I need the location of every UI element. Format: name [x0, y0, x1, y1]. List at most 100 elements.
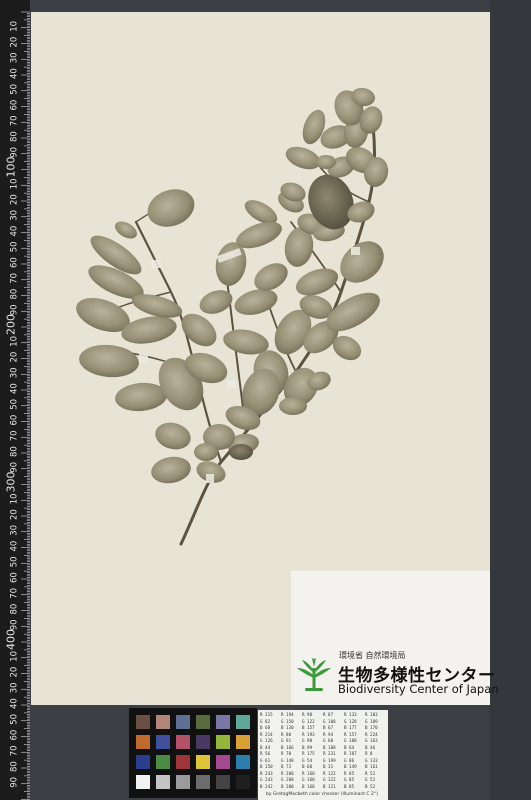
reference-value: G 126	[260, 738, 273, 743]
ruler-label: 80	[10, 131, 20, 142]
ruler-label: 70	[10, 430, 20, 441]
reference-value: B 108	[323, 744, 336, 750]
ruler-label: 50	[10, 84, 20, 95]
reference-value: G 160	[302, 777, 315, 782]
color-swatch	[196, 735, 210, 749]
color-swatch	[176, 715, 190, 729]
reference-value: G 86	[344, 757, 355, 763]
ruler-label: 20	[10, 352, 20, 363]
ruler-label: 50	[10, 241, 20, 252]
ministry-label: 環境省 自然環境局	[339, 651, 406, 660]
reference-value: G 52	[365, 777, 376, 782]
ruler-label: 100	[5, 157, 18, 178]
center-name-english: Biodiversity Center of Japan	[338, 682, 499, 696]
reference-value: G 163	[365, 738, 378, 743]
ruler-label: 30	[10, 525, 20, 536]
reference-value: R 224	[365, 731, 378, 737]
color-swatch	[156, 755, 170, 769]
ruler-label: 90	[10, 147, 20, 158]
reference-value: G 150	[281, 718, 294, 724]
ruler-label: 10	[10, 336, 20, 347]
ruler-label: 50	[10, 556, 20, 567]
reference-value: B 166	[281, 744, 294, 750]
ruler-label: 20	[10, 37, 20, 48]
color-swatch	[156, 775, 170, 789]
reference-value: B 161	[365, 764, 378, 769]
color-swatch	[176, 735, 190, 749]
reference-value: G 122	[323, 777, 336, 782]
reference-value: R 8	[365, 751, 373, 756]
color-swatch	[216, 775, 230, 789]
ruler-label: 90	[10, 462, 20, 473]
reference-value: B 150	[260, 764, 273, 769]
color-swatch	[216, 715, 230, 729]
reference-value: R 160	[302, 770, 315, 776]
ruler-label: 40	[10, 383, 20, 394]
reference-value: R 231	[323, 751, 336, 756]
color-swatch	[176, 755, 190, 769]
reference-value: R 80	[281, 731, 292, 737]
reference-value: B 242	[260, 783, 273, 789]
ruler-label: 70	[10, 588, 20, 599]
reference-value: R 115	[260, 712, 273, 717]
color-swatch	[196, 755, 210, 769]
ruler-label: 60	[10, 257, 20, 268]
reference-value: R 85	[344, 770, 355, 776]
ruler-label: 20	[10, 194, 20, 205]
reference-value: G 243	[260, 777, 273, 782]
reference-value: B 130	[281, 725, 294, 730]
ruler-label: 50	[10, 714, 20, 725]
reference-value: B 64	[344, 744, 355, 750]
ruler-label: 20	[10, 509, 20, 520]
ruler-label: 40	[10, 68, 20, 79]
reference-value: B 99	[302, 744, 313, 750]
ruler-label: 40	[10, 541, 20, 552]
reference-value: B 177	[344, 725, 357, 730]
ruler-label: 60	[10, 572, 20, 583]
reference-value: R 187	[344, 751, 357, 756]
color-reference-card: R 115 R 194 R 98 R 87 R 133 R 103 G 82 G 150 G 1…	[258, 710, 388, 800]
reference-value: R 70	[281, 751, 292, 756]
measurement-ruler: 10 20 30 40 50 60 70 80 90 100 10 20 30 40 50 60 70 80 90 2…	[0, 0, 30, 800]
reference-value: G 54	[302, 757, 313, 763]
reference-value: R 87	[323, 712, 334, 717]
ruler-label: 70	[10, 115, 20, 126]
reference-value: B 73	[281, 764, 292, 769]
reference-value: B 157	[302, 725, 315, 730]
ruler-label: 70	[10, 273, 20, 284]
reference-value: R 214	[260, 731, 273, 737]
ruler-label: 30	[10, 367, 20, 378]
reference-value: B 121	[323, 783, 336, 789]
color-swatch	[236, 715, 250, 729]
reference-value: B 149	[344, 764, 357, 769]
reference-value: B 200	[281, 783, 294, 789]
ruler-label: 70	[10, 745, 20, 756]
color-swatch	[216, 755, 230, 769]
reference-value: B 60	[302, 764, 313, 769]
right-border-strip	[490, 0, 531, 800]
reference-value: B 44	[260, 744, 271, 750]
reference-value: B 67	[323, 725, 334, 730]
ruler-label: 10	[10, 651, 20, 662]
ruler-label: 60	[10, 415, 20, 426]
reference-value: G 91	[281, 738, 292, 743]
reference-value: G 189	[365, 718, 378, 724]
ruler-label: 80	[10, 446, 20, 457]
ruler-label: 40	[10, 698, 20, 709]
ruler-label: 300	[5, 472, 18, 493]
ruler-label: 20	[10, 667, 20, 678]
reference-value: G 199	[323, 757, 336, 763]
reference-value: G 90	[302, 738, 313, 743]
ruler-label: 200	[5, 314, 18, 335]
reference-value: B 160	[302, 783, 315, 789]
color-swatch	[156, 715, 170, 729]
color-swatch	[216, 735, 230, 749]
reference-value: R 175	[302, 751, 315, 756]
ruler-label: 90	[10, 619, 20, 630]
color-swatch	[236, 775, 250, 789]
reference-value: B 52	[365, 783, 376, 789]
ruler-label: 80	[10, 289, 20, 300]
ruler-label: 90	[10, 304, 20, 315]
ruler-label: 80	[10, 604, 20, 615]
reference-value: R 56	[260, 751, 271, 756]
